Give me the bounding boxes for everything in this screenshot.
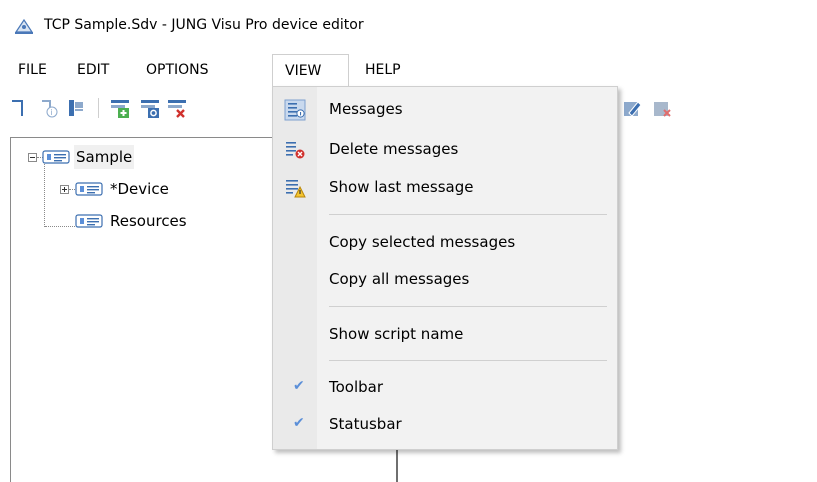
menu-view[interactable]: VIEW [272, 54, 349, 87]
collapse-expander-icon[interactable] [28, 153, 37, 162]
menu-separator [329, 214, 607, 215]
svg-text:i: i [51, 108, 53, 117]
checkmark-icon: ✔ [293, 415, 305, 431]
tree-label-device: *Device [110, 180, 169, 198]
menu-label-show-script-name: Show script name [329, 325, 464, 343]
menu-label-statusbar: Statusbar [329, 415, 402, 433]
toolbar-separator [98, 98, 99, 118]
menu-item-delete-messages[interactable]: Delete messages [273, 133, 617, 167]
menu-item-show-script-name[interactable]: Show script name [273, 318, 617, 352]
edit-script-icon[interactable] [620, 96, 644, 120]
menu-label-show-last-message: Show last message [329, 178, 474, 196]
device-node-icon [75, 182, 103, 196]
menu-item-toolbar[interactable]: ✔ Toolbar [273, 371, 617, 405]
delete-item-icon[interactable] [165, 96, 189, 120]
expand-expander-icon[interactable] [60, 185, 69, 194]
menu-label-messages: Messages [329, 100, 403, 118]
menu-edit[interactable]: EDIT [77, 54, 109, 86]
tree-label-root: Sample [74, 145, 135, 169]
menu-label-copy-selected: Copy selected messages [329, 233, 516, 251]
menu-item-messages[interactable]: Messages [273, 93, 617, 127]
menu-file[interactable]: FILE [18, 54, 47, 86]
remove-script-icon[interactable] [650, 96, 674, 120]
view-menu-dropdown: Messages Delete messages Show last messa… [272, 86, 618, 450]
menu-help[interactable]: HELP [365, 54, 401, 86]
menu-separator [329, 306, 607, 307]
resources-node-icon [75, 214, 103, 228]
device-node-icon [42, 150, 70, 164]
menu-item-copy-all-messages[interactable]: Copy all messages [273, 263, 617, 297]
item-info-icon[interactable]: i [36, 96, 60, 120]
menu-options[interactable]: OPTIONS [146, 54, 209, 86]
menu-item-statusbar[interactable]: ✔ Statusbar [273, 408, 617, 442]
menu-label-copy-all: Copy all messages [329, 270, 470, 288]
collapse-icon[interactable] [6, 96, 30, 120]
add-item-icon[interactable] [108, 96, 132, 120]
app-icon [14, 18, 34, 34]
menu-label-delete-messages: Delete messages [329, 140, 459, 158]
refresh-item-icon[interactable] [138, 96, 162, 120]
messages-icon [284, 99, 306, 121]
delete-messages-icon [286, 142, 305, 159]
tree-node-device[interactable]: *Device [14, 177, 214, 201]
menu-separator [329, 360, 607, 361]
menu-item-show-last-message[interactable]: Show last message [273, 171, 617, 205]
checkmark-icon: ✔ [293, 378, 305, 394]
menu-bar: FILE EDIT OPTIONS VIEW HELP [0, 54, 817, 87]
menu-label-toolbar: Toolbar [329, 378, 384, 396]
window-title: TCP Sample.Sdv - JUNG Visu Pro device ed… [44, 17, 364, 33]
title-bar: TCP Sample.Sdv - JUNG Visu Pro device ed… [0, 0, 817, 54]
tree-label-resources: Resources [110, 212, 187, 230]
warning-message-icon [286, 180, 306, 198]
tree-node-resources[interactable]: Resources [14, 209, 234, 233]
properties-icon[interactable] [64, 96, 88, 120]
menu-item-copy-selected-messages[interactable]: Copy selected messages [273, 226, 617, 260]
